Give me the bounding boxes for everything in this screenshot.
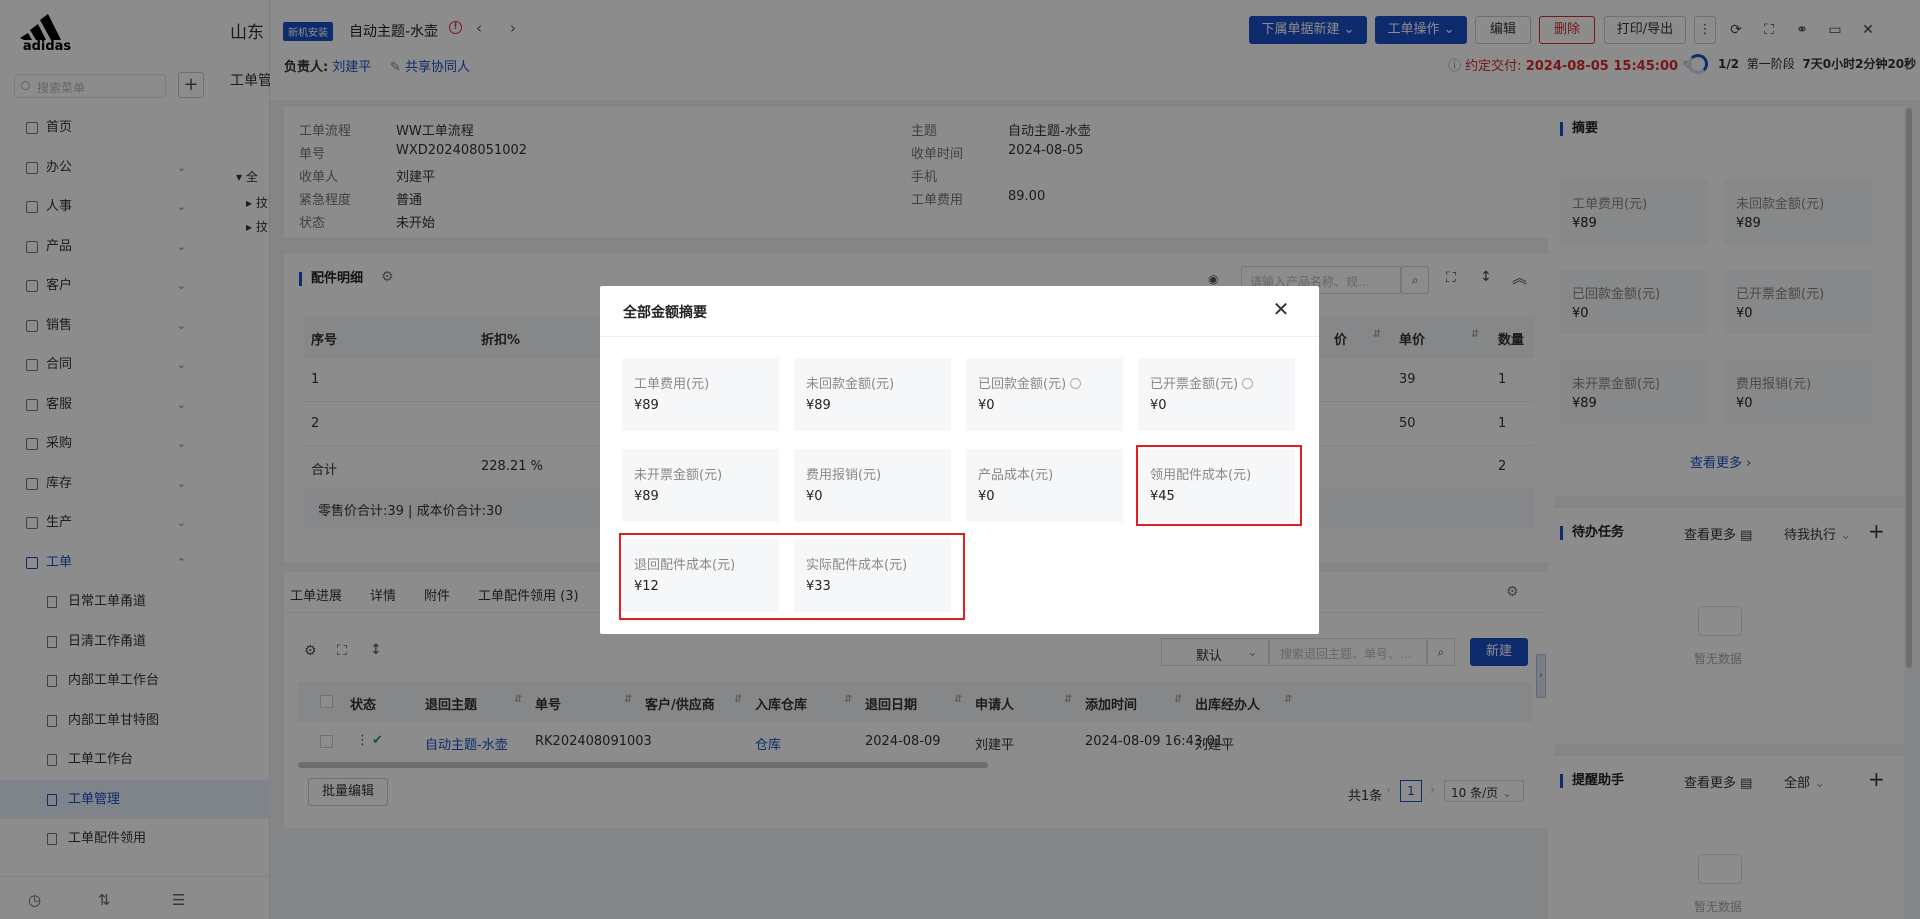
amount-tile: 未开票金额(元) ¥89 [622, 449, 779, 522]
close-icon[interactable]: ✕ [1271, 299, 1291, 320]
divider [600, 336, 1319, 337]
clock-icon [1070, 378, 1082, 389]
amount-tile: 未回款金额(元) ¥89 [794, 358, 951, 431]
amount-summary-modal: 全部金额摘要 ✕ 工单费用(元) ¥89 未回款金额(元) ¥89 已回款金额(元)… [600, 286, 1319, 634]
amount-tile: 费用报销(元) ¥0 [794, 449, 951, 522]
modal-title: 全部金额摘要 [623, 305, 707, 321]
clock-icon [1242, 378, 1254, 389]
amount-tile: 已开票金额(元) ¥0 [1138, 358, 1295, 431]
highlight-box [619, 533, 965, 620]
highlight-box [1136, 445, 1302, 526]
amount-tile: 产品成本(元) ¥0 [966, 449, 1123, 522]
amount-tile: 已回款金额(元) ¥0 [966, 358, 1123, 431]
amount-tile: 工单费用(元) ¥89 [622, 358, 779, 431]
